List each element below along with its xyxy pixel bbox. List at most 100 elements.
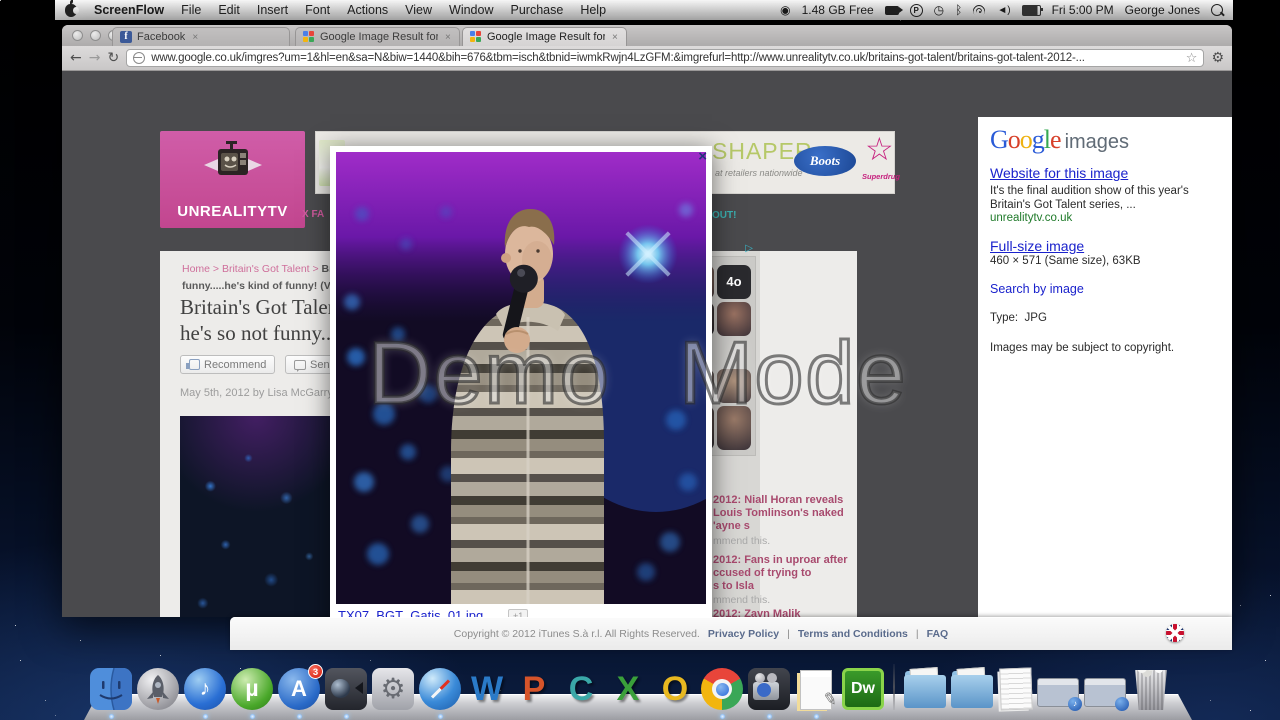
plus-one-button[interactable]: +1 (508, 609, 529, 617)
dock-finder-icon[interactable] (90, 667, 132, 719)
dock-launchpad-icon[interactable] (137, 668, 179, 710)
time-machine-icon[interactable]: ◷ (934, 3, 944, 17)
dock-folder-stack-2[interactable] (951, 671, 993, 708)
tab-strip: f Facebook × Google Image Result for htt… (62, 25, 1232, 46)
dock-powerpoint-icon[interactable]: P (513, 668, 555, 710)
dock-safari-icon[interactable] (419, 668, 461, 719)
terms-link[interactable]: Terms and Conditions (798, 628, 908, 640)
dock-documents-stack[interactable] (998, 668, 1032, 710)
unrealitytv-logo[interactable]: UNREALITYTV (160, 131, 305, 228)
dock-outlook-icon[interactable]: O (654, 668, 696, 710)
menu-edit[interactable]: Edit (218, 3, 240, 17)
superdrug-logo-text: Superdrug (862, 172, 900, 181)
tab-google-image-2[interactable]: Google Image Result for http × (462, 27, 627, 46)
site-nav-fragment-right[interactable]: OUT! (712, 210, 736, 221)
wrench-menu-icon[interactable]: ⚙ (1211, 51, 1224, 65)
related-headline[interactable]: 'ayne s (713, 520, 750, 533)
reload-icon[interactable]: ↻ (107, 51, 119, 65)
article-photo[interactable] (180, 416, 332, 617)
url-text[interactable]: www.google.co.uk/imgres?um=1&hl=en&sa=N&… (151, 52, 1180, 64)
bookmark-star-icon[interactable]: ☆ (1186, 50, 1198, 66)
fourod-logo: 4o (717, 265, 751, 299)
spotlight-icon[interactable] (1211, 4, 1223, 16)
screen-record-icon[interactable] (884, 5, 903, 15)
site-nav-fragment-left[interactable]: X FA (302, 209, 324, 220)
recommend-button[interactable]: Recommend (180, 355, 276, 374)
page-globe-icon (133, 52, 146, 64)
copyright-notice: Images may be subject to copyright. (990, 342, 1175, 354)
superdrug-star-icon: ☆ (865, 131, 894, 167)
menu-purchase[interactable]: Purchase (511, 3, 564, 17)
site-logo-text: UNREALITYTV (177, 203, 288, 220)
dock-system-preferences-icon[interactable]: ⚙ (372, 668, 414, 710)
wifi-icon[interactable] (973, 5, 987, 15)
full-size-image-link[interactable]: Full-size image (990, 238, 1220, 254)
browser-toolbar: ← → ↻ www.google.co.uk/imgres?um=1&hl=en… (62, 46, 1232, 71)
parallels-icon[interactable]: P (909, 3, 923, 17)
menu-insert[interactable]: Insert (257, 3, 288, 17)
tab-close-icon[interactable]: × (445, 32, 451, 43)
dock-trash-icon[interactable] (1135, 670, 1167, 710)
demo-mode-watermark: Demo Mode (366, 322, 908, 424)
dock-excel-icon[interactable]: X (607, 668, 649, 710)
adchoices-icon[interactable]: ▷ (745, 243, 753, 254)
image-filename-link[interactable]: TX07_BGT_Gatis_01.jpg (338, 608, 483, 617)
disc-icon[interactable]: ◉ (780, 3, 790, 17)
dock-utorrent-icon[interactable]: µ (231, 668, 273, 719)
dock-minimized-window-1[interactable]: ♪ (1037, 678, 1082, 711)
google-images-panel: Google images Website for this image It's… (978, 117, 1232, 617)
dock-appstore-icon[interactable]: A 3 (278, 664, 323, 719)
dock-word-icon[interactable]: W (466, 668, 508, 710)
dock-minimized-window-2[interactable] (1084, 678, 1129, 711)
itunes-mini-badge: ♪ (1068, 697, 1082, 711)
privacy-policy-link[interactable]: Privacy Policy (708, 628, 779, 640)
dock-textedit-icon[interactable]: ✎ (795, 668, 839, 719)
tab-facebook[interactable]: f Facebook × (112, 27, 290, 46)
dock-camera-app-icon[interactable] (325, 668, 367, 719)
tab-close-icon[interactable]: × (612, 32, 618, 43)
menu-view[interactable]: View (405, 3, 432, 17)
image-size-info: 460 × 571 (Same size), 63KB (990, 255, 1141, 267)
dock-screenflow-icon[interactable] (748, 668, 790, 719)
tab-google-image-1[interactable]: Google Image Result for http × (295, 27, 460, 46)
menu-font[interactable]: Font (305, 3, 330, 17)
related-headline[interactable]: Louis Tomlinson's naked (713, 507, 844, 520)
faq-link[interactable]: FAQ (927, 628, 949, 640)
menu-file[interactable]: File (181, 3, 201, 17)
related-headline[interactable]: 2012: Niall Horan reveals (713, 494, 843, 507)
source-domain[interactable]: unrealitytv.co.uk (990, 212, 1220, 224)
tab-close-icon[interactable]: × (192, 32, 198, 43)
dock-folder-stack-1[interactable] (904, 671, 946, 708)
menu-window[interactable]: Window (449, 3, 493, 17)
bluetooth-icon[interactable]: ᛒ (955, 3, 962, 17)
speech-bubble-icon (294, 359, 306, 372)
browser-window: f Facebook × Google Image Result for htt… (62, 25, 1232, 617)
menu-actions[interactable]: Actions (347, 3, 388, 17)
uk-flag-icon[interactable] (1166, 624, 1184, 642)
related-headline[interactable]: ccused of trying to (713, 567, 811, 580)
facebook-favicon: f (120, 31, 132, 43)
dock-chrome-icon[interactable] (701, 668, 743, 719)
minimize-window-button (90, 30, 101, 41)
website-for-image-link[interactable]: Website for this image (990, 165, 1220, 181)
dock-dreamweaver-icon[interactable]: Dw (842, 668, 884, 710)
forward-icon[interactable]: → (89, 51, 101, 65)
related-headline[interactable]: s to Isla (713, 580, 754, 593)
dock-itunes-icon[interactable]: ♪ (184, 668, 226, 719)
lightbox-close-icon[interactable]: × (698, 148, 707, 165)
volume-icon[interactable]: ◄) (997, 5, 1010, 16)
dock-communicator-icon[interactable]: C (560, 668, 602, 710)
menu-app-name[interactable]: ScreenFlow (94, 3, 164, 17)
menu-user-name[interactable]: George Jones (1125, 3, 1200, 17)
back-icon[interactable]: ← (70, 51, 82, 65)
search-by-image-link[interactable]: Search by image (990, 282, 1220, 296)
battery-icon[interactable] (1021, 4, 1043, 16)
related-headline[interactable]: 2012: Zayn Malik (713, 608, 800, 617)
itunes-footer-window: Copyright © 2012 iTunes S.à r.l. All Rig… (230, 617, 1232, 650)
menu-clock[interactable]: Fri 5:00 PM (1052, 3, 1114, 17)
related-headline[interactable]: 2012: Fans in uproar after (713, 554, 848, 567)
ad-subtitle: at retailers nationwide (715, 168, 803, 178)
menu-help[interactable]: Help (580, 3, 606, 17)
apple-menu-icon[interactable] (65, 0, 79, 17)
address-bar[interactable]: www.google.co.uk/imgres?um=1&hl=en&sa=N&… (126, 49, 1205, 67)
